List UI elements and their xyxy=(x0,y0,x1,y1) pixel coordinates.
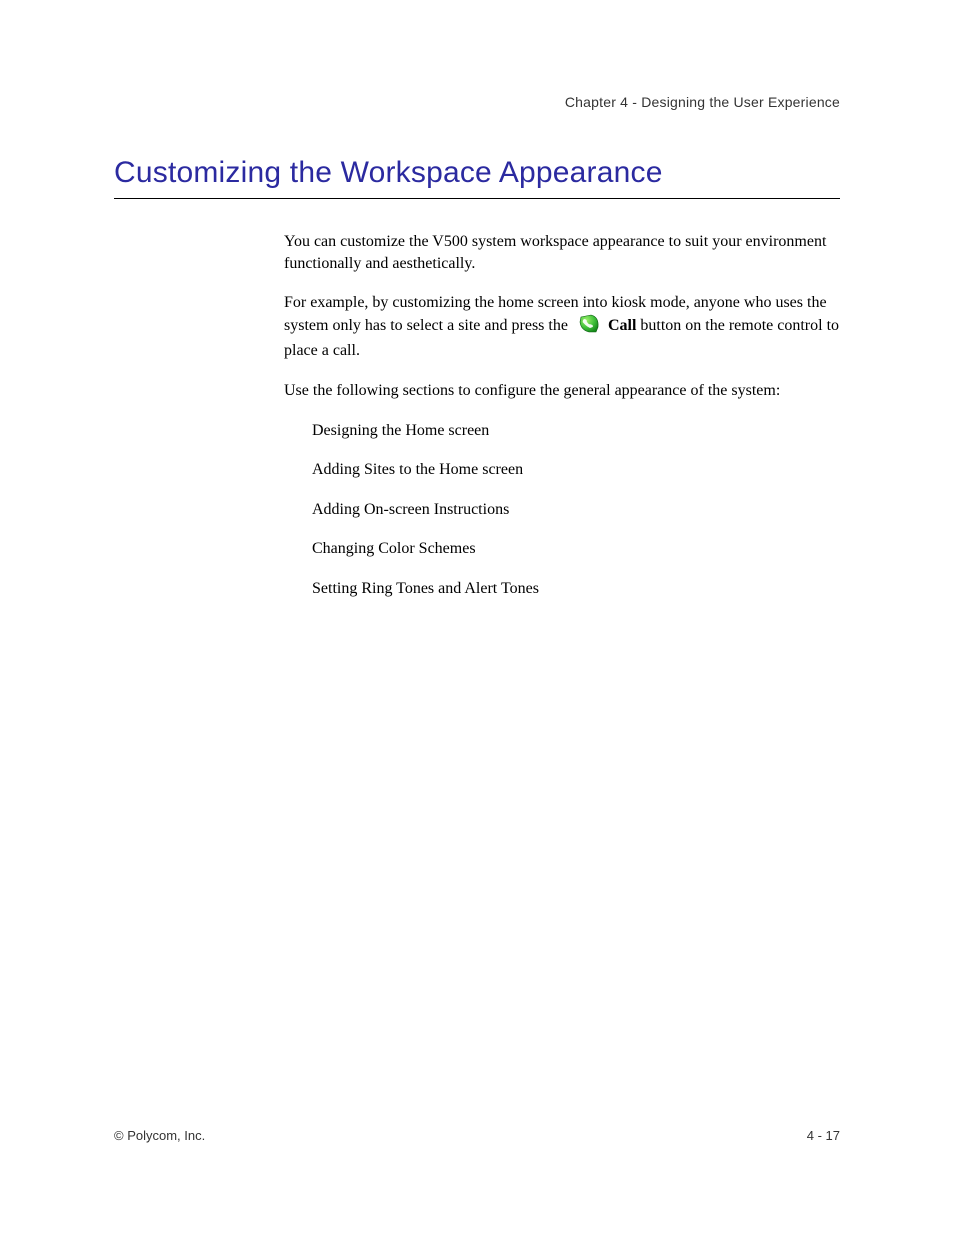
paragraph-lead-in: Use the following sections to configure … xyxy=(284,380,846,402)
call-button-icon xyxy=(578,314,600,341)
footer-copyright: © Polycom, Inc. xyxy=(114,1128,205,1143)
page: Chapter 4 - Designing the User Experienc… xyxy=(0,0,954,1235)
list-item: Designing the Home screen xyxy=(312,420,846,442)
footer-page-number: 4 - 17 xyxy=(807,1128,840,1143)
call-button-label: Call xyxy=(608,317,636,334)
section-title: Customizing the Workspace Appearance xyxy=(114,156,840,190)
topic-list: Designing the Home screen Adding Sites t… xyxy=(312,420,846,600)
chapter-header: Chapter 4 - Designing the User Experienc… xyxy=(114,94,840,110)
section-rule xyxy=(114,198,840,199)
page-footer: © Polycom, Inc. 4 - 17 xyxy=(114,1128,840,1143)
paragraph-example: For example, by customizing the home scr… xyxy=(284,292,846,362)
list-item: Setting Ring Tones and Alert Tones xyxy=(312,578,846,600)
list-item: Adding On-screen Instructions xyxy=(312,499,846,521)
paragraph-intro: You can customize the V500 system worksp… xyxy=(284,231,846,274)
body-column: You can customize the V500 system worksp… xyxy=(284,231,846,600)
list-item: Adding Sites to the Home screen xyxy=(312,459,846,481)
list-item: Changing Color Schemes xyxy=(312,538,846,560)
